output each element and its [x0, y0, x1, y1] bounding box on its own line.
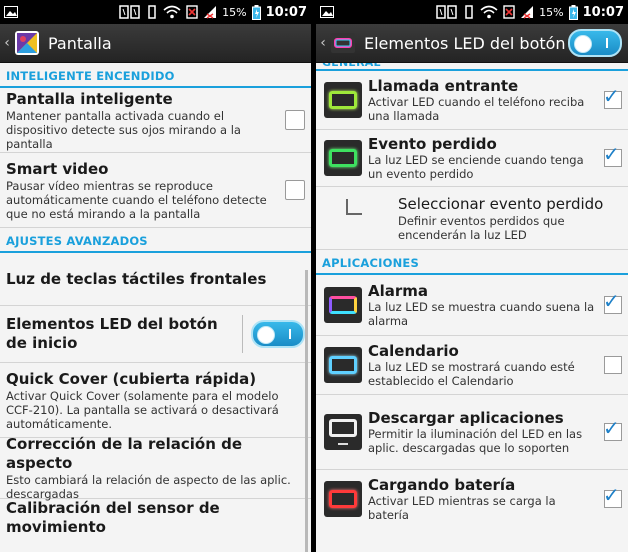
calendar-row[interactable]: Calendario La luz LED se mostrará cuando…	[316, 336, 628, 395]
aspect-ratio-row[interactable]: Corrección de la relación de aspecto Est…	[0, 435, 311, 501]
battery-charging-icon	[568, 4, 578, 20]
incoming-call-led-icon	[324, 82, 362, 118]
nfc-icon	[119, 5, 140, 19]
smart-video-checkbox[interactable]	[285, 180, 305, 200]
download-apps-title: Descargar aplicaciones	[368, 409, 564, 427]
smart-screen-title: Pantalla inteligente	[6, 89, 173, 108]
download-apps-checkbox[interactable]: ✓	[603, 418, 622, 441]
sim-error-icon	[503, 5, 515, 19]
missed-event-row[interactable]: Evento perdido La luz LED se enciende cu…	[316, 130, 628, 187]
incoming-call-desc: Activar LED cuando el teléfono reciba un…	[368, 95, 585, 123]
vibrate-icon	[465, 5, 473, 19]
battery-percent: 15%	[222, 5, 247, 19]
back-icon[interactable]: ‹	[2, 35, 12, 51]
download-apps-desc: Permitir la iluminación del LED en las a…	[368, 427, 583, 455]
motion-sensor-row[interactable]: Calibración del sensor de movimiento	[0, 499, 311, 537]
sub-item-indent-icon	[346, 199, 362, 215]
signal-icon	[521, 6, 534, 19]
back-icon[interactable]: ‹	[318, 35, 328, 51]
missed-event-desc: La luz LED se enciende cuando tenga un e…	[368, 153, 584, 181]
smart-screen-row[interactable]: Pantalla inteligente Mantener pantalla a…	[0, 88, 311, 153]
home-led-title: Elementos LED del botón de inicio	[6, 315, 218, 352]
home-led-icon[interactable]	[330, 30, 356, 56]
select-missed-event-title: Seleccionar evento perdido	[398, 194, 604, 213]
incoming-call-title: Llamada entrante	[368, 77, 519, 95]
alarm-led-icon	[324, 287, 362, 323]
alarm-row[interactable]: Alarma La luz LED se muestra cuando suen…	[316, 275, 628, 336]
display-settings-screen: 15% 10:07 ‹ Pantalla INTELIGENTE ENCENDI…	[0, 0, 311, 552]
download-apps-led-icon	[324, 414, 362, 450]
battery-percent: 15%	[539, 5, 564, 19]
display-settings-icon[interactable]	[14, 30, 40, 56]
alarm-checkbox[interactable]: ✓	[603, 291, 622, 314]
alarm-title: Alarma	[368, 282, 429, 300]
home-led-toggle[interactable]	[251, 320, 305, 348]
calendar-desc: La luz LED se mostrará cuando esté estab…	[368, 360, 575, 388]
scrollbar[interactable]	[305, 270, 308, 552]
screenshot: 15% 10:07 ‹ Pantalla INTELIGENTE ENCENDI…	[0, 0, 628, 552]
incoming-call-row[interactable]: Llamada entrante Activar LED cuando el t…	[316, 71, 628, 130]
action-bar: ‹ Pantalla	[0, 24, 311, 63]
aspect-ratio-desc: Esto cambiará la relación de aspecto de …	[6, 473, 291, 501]
touch-keys-light-row[interactable]: Luz de teclas táctiles frontales	[0, 253, 311, 306]
aspect-ratio-title: Corrección de la relación de aspecto	[6, 435, 243, 472]
calendar-checkbox[interactable]	[604, 356, 622, 374]
status-bar: 15% 10:07	[316, 0, 628, 24]
quick-cover-desc: Activar Quick Cover (solamente para el m…	[6, 388, 279, 431]
clock: 10:07	[265, 4, 307, 20]
charging-battery-led-icon	[324, 481, 362, 517]
section-header-apps: APLICACIONES	[316, 250, 628, 275]
missed-event-checkbox[interactable]: ✓	[603, 144, 622, 167]
page-title: Pantalla	[48, 33, 112, 53]
charging-battery-checkbox[interactable]: ✓	[603, 485, 622, 508]
wifi-icon	[163, 5, 181, 19]
section-header-advanced: AJUSTES AVANZADOS	[0, 228, 311, 253]
smart-video-title: Smart video	[6, 159, 109, 178]
charging-battery-title: Cargando batería	[368, 476, 516, 494]
select-missed-event-row[interactable]: Seleccionar evento perdido Definir event…	[316, 187, 628, 250]
signal-icon	[204, 6, 217, 19]
quick-cover-title: Quick Cover (cubierta rápida)	[6, 369, 257, 388]
wifi-icon	[480, 5, 498, 19]
alarm-desc: La luz LED se muestra cuando suena la al…	[368, 300, 595, 328]
home-led-row[interactable]: Elementos LED del botón de inicio	[0, 306, 311, 363]
smart-screen-desc: Mantener pantalla activada cuando el dis…	[6, 108, 241, 151]
nfc-icon	[436, 5, 457, 19]
page-title: Elementos LED del botón de	[364, 33, 568, 53]
smart-video-row[interactable]: Smart video Pausar vídeo mientras se rep…	[0, 153, 311, 228]
home-led-master-toggle[interactable]	[568, 29, 622, 57]
vibrate-icon	[148, 5, 156, 19]
smart-video-desc: Pausar vídeo mientras se reproduce autom…	[6, 178, 267, 221]
motion-sensor-title: Calibración del sensor de movimiento	[6, 499, 220, 536]
battery-charging-icon	[251, 4, 261, 20]
charging-battery-desc: Activar LED mientras se carga la batería	[368, 494, 556, 522]
action-bar: ‹ Elementos LED del botón de	[316, 24, 628, 63]
missed-event-led-icon	[324, 140, 362, 176]
sim-error-icon	[186, 5, 198, 19]
calendar-led-icon	[324, 347, 362, 383]
section-header-smart-on: INTELIGENTE ENCENDIDO	[0, 63, 311, 88]
status-bar: 15% 10:07	[0, 0, 311, 24]
clock: 10:07	[582, 4, 624, 20]
gallery-icon	[320, 6, 334, 18]
smart-screen-checkbox[interactable]	[285, 110, 305, 130]
charging-battery-row[interactable]: Cargando batería Activar LED mientras se…	[316, 470, 628, 528]
download-apps-row[interactable]: Descargar aplicaciones Permitir la ilumi…	[316, 395, 628, 470]
touch-keys-light-title: Luz de teclas táctiles frontales	[6, 269, 267, 288]
gallery-icon	[4, 6, 18, 18]
select-missed-event-desc: Definir eventos perdidos que encenderán …	[398, 213, 565, 242]
missed-event-title: Evento perdido	[368, 135, 497, 153]
quick-cover-row[interactable]: Quick Cover (cubierta rápida) Activar Qu…	[0, 363, 311, 438]
calendar-title: Calendario	[368, 342, 459, 360]
home-led-screen: 15% 10:07 ‹ Elementos LED del botón de G…	[316, 0, 628, 552]
incoming-call-checkbox[interactable]: ✓	[603, 86, 622, 109]
section-header-general: GENERAL	[316, 63, 628, 71]
